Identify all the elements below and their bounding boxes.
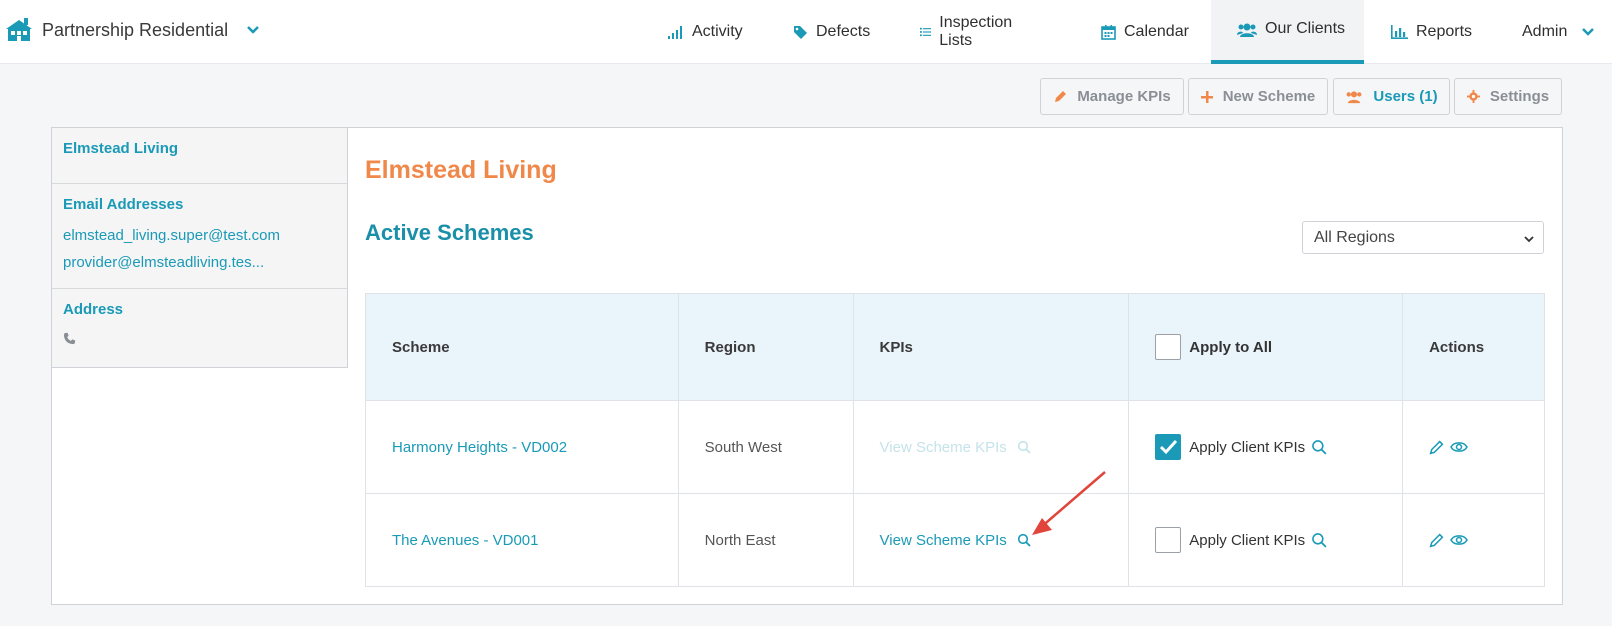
nav-label: Reports bbox=[1416, 23, 1473, 40]
chevron-down-icon bbox=[1582, 28, 1595, 36]
button-label: Settings bbox=[1489, 88, 1550, 105]
client-name: Elmstead Living bbox=[63, 140, 179, 157]
scheme-link[interactable]: Harmony Heights - VD002 bbox=[365, 400, 679, 494]
email-section: Email Addresses elmstead_living.super@te… bbox=[52, 184, 347, 289]
header-apply-all: Apply to All bbox=[1128, 293, 1404, 401]
nav-label: Calendar bbox=[1124, 23, 1189, 40]
region-select-value: All Regions bbox=[1314, 228, 1395, 246]
apply-client-kpis-label: Apply Client KPIs bbox=[1189, 438, 1306, 456]
table-header-row: Scheme Region KPIs Apply to All Actions bbox=[365, 293, 1545, 401]
nav-our-clients[interactable]: Our Clients bbox=[1211, 0, 1364, 64]
actions-cell bbox=[1402, 400, 1545, 494]
email-header: Email Addresses bbox=[63, 196, 184, 213]
email-link[interactable]: elmstead_living.super@test.com bbox=[63, 227, 336, 244]
brand-name: Partnership Residential bbox=[42, 19, 229, 40]
header-kpis: KPIs bbox=[852, 293, 1130, 401]
client-name-section: Elmstead Living bbox=[52, 128, 347, 184]
eye-icon[interactable] bbox=[1450, 440, 1468, 454]
nav-label: Our Clients bbox=[1265, 20, 1346, 37]
apply-all-checkbox[interactable] bbox=[1155, 334, 1182, 360]
users-icon bbox=[1237, 23, 1257, 37]
checkmark-icon bbox=[1160, 439, 1178, 455]
nav-label: Admin bbox=[1522, 23, 1568, 40]
gear-icon bbox=[1466, 90, 1480, 103]
new-scheme-button[interactable]: New Scheme bbox=[1188, 78, 1328, 115]
eye-icon[interactable] bbox=[1450, 533, 1468, 547]
actions-cell bbox=[1402, 493, 1545, 587]
address-header: Address bbox=[63, 301, 124, 318]
list-icon bbox=[920, 27, 932, 37]
nav-reports[interactable]: Reports bbox=[1391, 0, 1472, 64]
nav-label: Inspection Lists bbox=[939, 14, 1013, 49]
chevron-down-icon bbox=[1524, 236, 1534, 243]
button-label: New Scheme bbox=[1222, 88, 1316, 105]
apply-client-kpis-checkbox[interactable] bbox=[1155, 527, 1182, 553]
building-logo-icon bbox=[6, 18, 32, 41]
nav-label: Activity bbox=[692, 23, 743, 40]
apply-all-label: Apply to All bbox=[1189, 338, 1273, 356]
search-icon[interactable] bbox=[1311, 532, 1327, 548]
top-navbar: Partnership Residential Activity Defects bbox=[0, 0, 1612, 64]
nav-activity[interactable]: Activity bbox=[668, 0, 743, 64]
section-title: Active Schemes bbox=[365, 220, 534, 245]
calendar-icon bbox=[1101, 25, 1116, 40]
view-scheme-kpis-link: View Scheme KPIs bbox=[880, 439, 1031, 456]
page-title: Elmstead Living bbox=[365, 156, 557, 184]
nav-inspection-lists[interactable]: Inspection Lists bbox=[920, 0, 1017, 64]
pencil-icon bbox=[1055, 90, 1067, 102]
table-row: Harmony Heights - VD002 South West View … bbox=[365, 400, 1545, 494]
nav-label: Defects bbox=[816, 23, 871, 40]
email-link[interactable]: provider@elmsteadliving.tes... bbox=[63, 254, 336, 271]
annotation-arrow-icon bbox=[1032, 471, 1106, 535]
search-icon bbox=[1017, 533, 1031, 547]
pencil-icon[interactable] bbox=[1429, 440, 1444, 455]
plus-icon bbox=[1200, 90, 1213, 103]
apply-kpis-cell: Apply Client KPIs bbox=[1128, 400, 1404, 494]
nav-admin[interactable]: Admin bbox=[1522, 0, 1595, 64]
client-panel: Elmstead Living Email Addresses elmstead… bbox=[51, 127, 1563, 605]
nav-defects[interactable]: Defects bbox=[793, 0, 870, 64]
apply-client-kpis-label: Apply Client KPIs bbox=[1189, 531, 1306, 549]
apply-client-kpis-checkbox[interactable] bbox=[1155, 434, 1182, 460]
tag-icon bbox=[794, 25, 807, 39]
phone-icon bbox=[63, 332, 76, 345]
table-row: The Avenues - VD001 North East View Sche… bbox=[365, 493, 1545, 587]
search-icon[interactable] bbox=[1311, 439, 1327, 455]
kpi-link-label: View Scheme KPIs bbox=[879, 531, 1007, 549]
apply-kpis-cell: Apply Client KPIs bbox=[1128, 493, 1404, 587]
signal-icon bbox=[668, 26, 682, 39]
chevron-down-icon[interactable] bbox=[246, 23, 260, 37]
scheme-region: North East bbox=[677, 493, 854, 587]
button-label: Manage KPIs bbox=[1077, 88, 1171, 105]
address-section: Address bbox=[52, 289, 347, 367]
pencil-icon[interactable] bbox=[1429, 533, 1444, 548]
users-button[interactable]: Users (1) bbox=[1333, 78, 1450, 115]
button-label: Users (1) bbox=[1373, 88, 1438, 105]
scheme-region: South West bbox=[677, 400, 854, 494]
kpi-link-label: View Scheme KPIs bbox=[879, 438, 1007, 456]
brand[interactable]: Partnership Residential bbox=[6, 16, 260, 44]
header-actions: Actions bbox=[1402, 293, 1545, 401]
search-icon bbox=[1017, 440, 1031, 454]
bar-chart-icon bbox=[1391, 25, 1408, 39]
client-sidebar: Elmstead Living Email Addresses elmstead… bbox=[52, 128, 348, 368]
header-region: Region bbox=[677, 293, 854, 401]
schemes-table: Scheme Region KPIs Apply to All Actions … bbox=[365, 293, 1545, 587]
region-select[interactable]: All Regions bbox=[1302, 221, 1544, 254]
users-icon bbox=[1346, 90, 1362, 103]
scheme-link[interactable]: The Avenues - VD001 bbox=[365, 493, 679, 587]
header-scheme: Scheme bbox=[365, 293, 679, 401]
settings-button[interactable]: Settings bbox=[1454, 78, 1562, 115]
nav-calendar[interactable]: Calendar bbox=[1101, 0, 1189, 64]
view-scheme-kpis-link[interactable]: View Scheme KPIs bbox=[880, 532, 1031, 549]
manage-kpis-button[interactable]: Manage KPIs bbox=[1040, 78, 1184, 115]
